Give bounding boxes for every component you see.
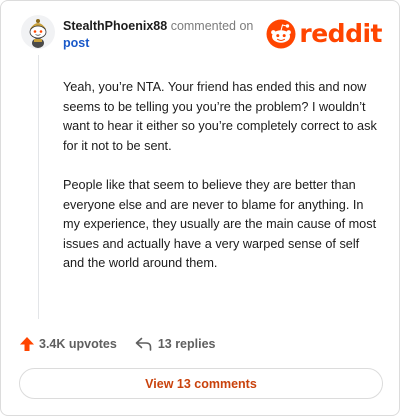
- replies-count: 13 replies: [157, 337, 216, 351]
- reddit-snoo-icon: [266, 19, 296, 49]
- reddit-wordmark: reddit: [299, 19, 382, 48]
- comment-body: Yeah, you’re NTA. Your friend has ended …: [63, 78, 379, 294]
- reddit-logo[interactable]: reddit: [266, 17, 382, 51]
- user-avatar[interactable]: [21, 15, 55, 49]
- comment-meta: StealthPhoenix88 commented on post: [63, 18, 268, 52]
- comment-paragraph-1: Yeah, you’re NTA. Your friend has ended …: [63, 80, 377, 153]
- upvote-count: 3.4K upvotes: [39, 337, 117, 351]
- comment-paragraph-2: People like that seem to believe they ar…: [63, 178, 377, 270]
- thread-line[interactable]: [38, 55, 39, 319]
- upvote-button[interactable]: 3.4K upvotes: [19, 336, 117, 352]
- comment-footer: 3.4K upvotes 13 replies: [19, 335, 216, 353]
- replies-button[interactable]: 13 replies: [135, 337, 216, 351]
- comment-card: StealthPhoenix88 commented on post reddi…: [0, 0, 400, 416]
- post-link[interactable]: post: [63, 35, 268, 52]
- view-comments-button[interactable]: View 13 comments: [19, 368, 383, 399]
- snoo-avatar-icon: [21, 15, 55, 49]
- upvote-arrow-icon: [20, 337, 34, 351]
- username-link[interactable]: StealthPhoenix88: [63, 19, 167, 33]
- reply-arrow-icon: [135, 337, 152, 351]
- comment-action-text: commented on: [170, 19, 254, 33]
